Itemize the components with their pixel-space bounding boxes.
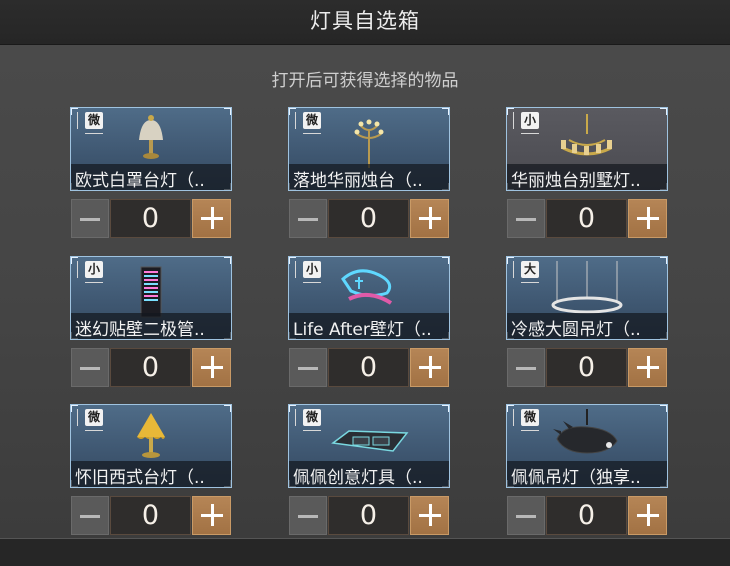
item-thumbnail[interactable]: 微 落地华丽烛台（.. <box>288 107 450 191</box>
item-name: 佩佩创意灯具（.. <box>293 468 423 488</box>
size-badge: 小 <box>521 112 539 129</box>
item-card: 微 欧式白罩台灯（.. 0 <box>70 107 232 240</box>
item-thumbnail[interactable]: 微 佩佩吊灯（独享.. <box>506 404 668 488</box>
item-name: 佩佩吊灯（独享.. <box>511 468 641 488</box>
item-thumbnail[interactable]: 小 华丽烛台别墅灯.. <box>506 107 668 191</box>
size-badge: 微 <box>85 409 103 426</box>
item-name: 华丽烛台别墅灯.. <box>511 171 641 191</box>
quantity-field[interactable]: 0 <box>546 496 627 535</box>
bottom-bar <box>0 538 730 566</box>
page-title: 灯具自选箱 <box>310 9 420 33</box>
item-card: 微 落地华丽烛台（.. 0 <box>288 107 450 240</box>
item-name: 落地华丽烛台（.. <box>293 171 423 191</box>
quantity-stepper: 0 <box>507 348 667 387</box>
item-thumbnail[interactable]: 大 冷感大圆吊灯（.. <box>506 256 668 340</box>
instruction-text: 打开后可获得选择的物品 <box>271 71 459 91</box>
decrease-button[interactable] <box>507 199 545 238</box>
quantity-stepper: 0 <box>71 199 231 238</box>
pig-pendant-lamp-icon <box>553 409 618 454</box>
item-name: 欧式白罩台灯（.. <box>75 171 205 191</box>
decrease-button[interactable] <box>71 199 109 238</box>
quantity-stepper: 0 <box>507 496 667 535</box>
candelabra-icon <box>354 119 384 168</box>
size-badge: 小 <box>85 261 103 278</box>
increase-button[interactable] <box>192 496 231 535</box>
quantity-stepper: 0 <box>289 199 449 238</box>
size-icon: 微 <box>75 112 105 138</box>
quantity-field[interactable]: 0 <box>328 199 409 238</box>
item-name: 迷幻贴壁二极管.. <box>75 320 205 340</box>
quantity-field[interactable]: 0 <box>328 348 409 387</box>
led-wall-light-icon <box>140 266 162 318</box>
size-icon: 大 <box>511 261 541 287</box>
item-thumbnail[interactable]: 小 迷幻贴壁二极管.. <box>70 256 232 340</box>
size-badge: 微 <box>85 112 103 129</box>
item-card: 小 迷幻贴壁二极管.. 0 <box>70 256 232 389</box>
quantity-stepper: 0 <box>289 496 449 535</box>
item-thumbnail[interactable]: 微 怀旧西式台灯（.. <box>70 404 232 488</box>
quantity-stepper: 0 <box>71 496 231 535</box>
item-thumbnail[interactable]: 微 欧式白罩台灯（.. <box>70 107 232 191</box>
increase-button[interactable] <box>192 348 231 387</box>
quantity-stepper: 0 <box>289 348 449 387</box>
quantity-stepper: 0 <box>507 199 667 238</box>
size-badge: 微 <box>303 409 321 426</box>
neon-sign-icon <box>341 269 393 305</box>
quantity-field[interactable]: 0 <box>110 348 191 387</box>
item-card: 微 怀旧西式台灯（.. 0 <box>70 404 232 537</box>
size-badge: 大 <box>521 261 539 278</box>
chandelier-icon <box>561 114 612 156</box>
item-name: Life After壁灯（.. <box>293 320 432 340</box>
item-card: 小 华丽烛台别墅灯.. 0 <box>506 107 668 240</box>
item-card: 小 Life After壁灯（.. 0 <box>288 256 450 389</box>
increase-button[interactable] <box>410 199 449 238</box>
size-icon: 小 <box>293 261 323 287</box>
item-thumbnail[interactable]: 微 佩佩创意灯具（.. <box>288 404 450 488</box>
table-lamp-icon <box>139 115 163 159</box>
increase-button[interactable] <box>410 348 449 387</box>
item-name: 怀旧西式台灯（.. <box>75 468 205 488</box>
decrease-button[interactable] <box>289 199 327 238</box>
increase-button[interactable] <box>192 199 231 238</box>
item-thumbnail[interactable]: 小 Life After壁灯（.. <box>288 256 450 340</box>
quantity-field[interactable]: 0 <box>546 348 627 387</box>
size-icon: 微 <box>511 409 541 435</box>
size-badge: 小 <box>303 261 321 278</box>
decrease-button[interactable] <box>507 496 545 535</box>
size-icon: 微 <box>293 112 323 138</box>
quantity-field[interactable]: 0 <box>110 199 191 238</box>
size-icon: 小 <box>511 112 541 138</box>
size-icon: 微 <box>75 409 105 435</box>
item-name: 冷感大圆吊灯（.. <box>511 320 641 340</box>
increase-button[interactable] <box>628 496 667 535</box>
increase-button[interactable] <box>628 348 667 387</box>
decrease-button[interactable] <box>507 348 545 387</box>
item-card: 大 冷感大圆吊灯（.. 0 <box>506 256 668 389</box>
item-card: 微 佩佩创意灯具（.. 0 <box>288 404 450 537</box>
size-icon: 小 <box>75 261 105 287</box>
increase-button[interactable] <box>410 496 449 535</box>
creative-flat-lamp-icon <box>331 430 409 452</box>
quantity-field[interactable]: 0 <box>110 496 191 535</box>
size-badge: 微 <box>521 409 539 426</box>
vintage-table-lamp-icon <box>137 413 165 458</box>
ring-pendant-lamp-icon <box>551 261 623 314</box>
decrease-button[interactable] <box>71 496 109 535</box>
item-card: 微 佩佩吊灯（独享.. 0 <box>506 404 668 537</box>
quantity-stepper: 0 <box>71 348 231 387</box>
size-icon: 微 <box>293 409 323 435</box>
decrease-button[interactable] <box>289 348 327 387</box>
quantity-field[interactable]: 0 <box>546 199 627 238</box>
quantity-field[interactable]: 0 <box>328 496 409 535</box>
increase-button[interactable] <box>628 199 667 238</box>
decrease-button[interactable] <box>71 348 109 387</box>
size-badge: 微 <box>303 112 321 129</box>
decrease-button[interactable] <box>289 496 327 535</box>
